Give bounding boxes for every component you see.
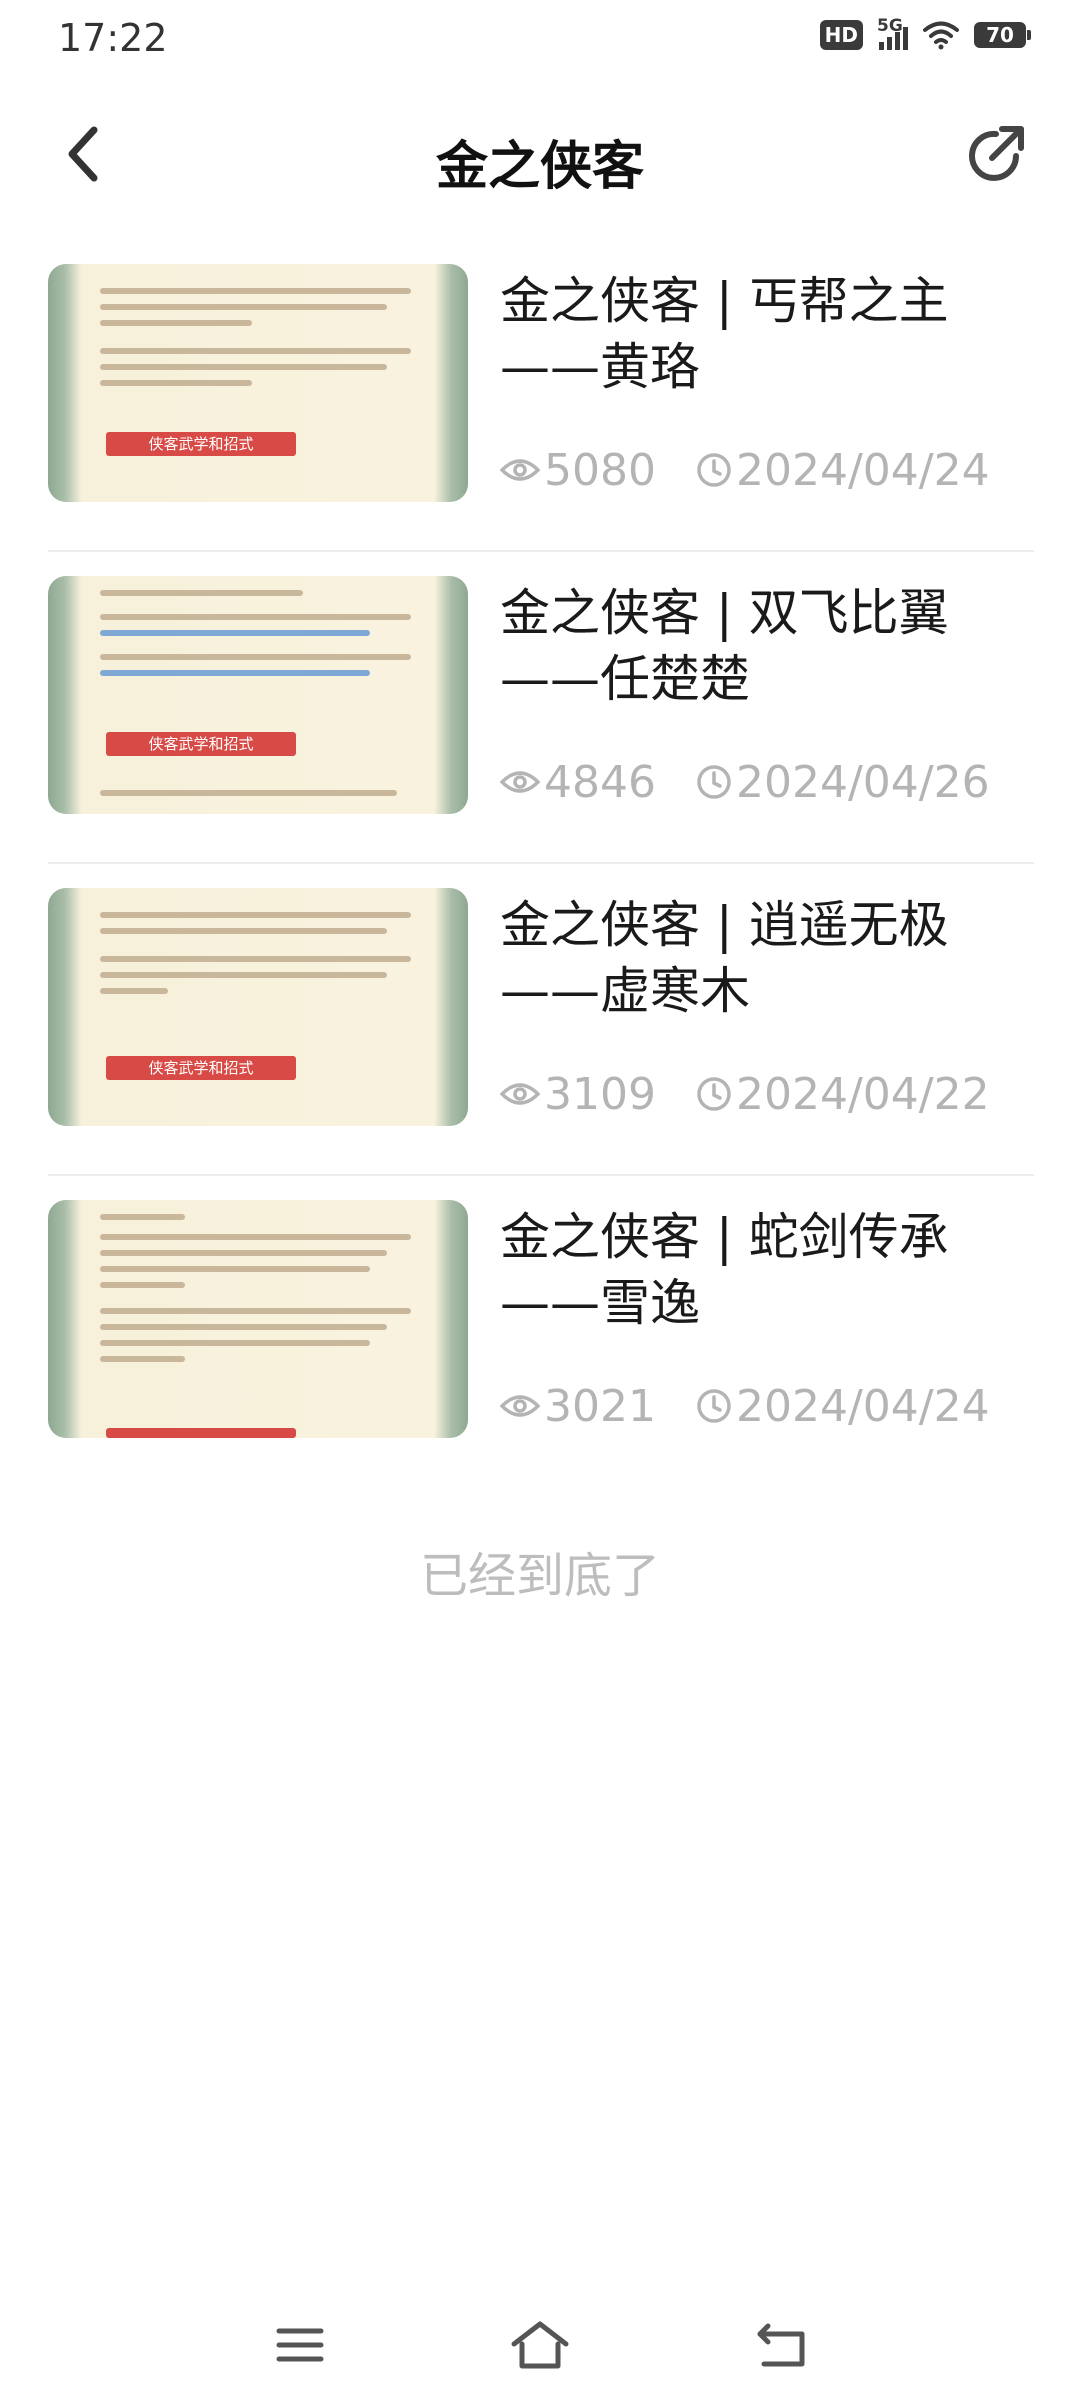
thumbnail-banner: 侠客武学和招式	[148, 735, 254, 753]
share-button[interactable]	[958, 118, 1032, 192]
return-icon	[757, 2323, 805, 2367]
article-meta: 5080 2024/04/24	[500, 440, 1034, 500]
list-item[interactable]: 侠客武学和招式 金之侠客 | 丐帮之主 ——黄珞 5080 2024/04/24	[48, 240, 1034, 552]
article-title: 金之侠客 | 丐帮之主 ——黄珞	[500, 272, 949, 396]
thumbnail-banner: 侠客武学和招式	[148, 1059, 254, 1077]
share-icon	[969, 126, 1024, 181]
view-count: 3109	[544, 1068, 656, 1120]
eye-icon	[500, 1083, 540, 1105]
thumbnail-banner: 侠客武学和招式	[148, 435, 254, 453]
publish-date: 2024/04/24	[735, 1380, 990, 1432]
battery-icon: 70	[974, 22, 1031, 48]
wifi-icon	[923, 21, 959, 50]
eye-icon	[500, 459, 540, 481]
eye-icon	[500, 771, 540, 793]
article-title: 金之侠客 | 逍遥无极 ——虚寒木	[500, 896, 949, 1020]
view-count: 5080	[544, 444, 656, 496]
clock-icon	[697, 1389, 731, 1423]
menu-button[interactable]	[260, 2310, 340, 2380]
clock-icon	[697, 1077, 731, 1111]
clock-icon	[697, 765, 731, 799]
menu-icon	[276, 2328, 324, 2362]
article-meta: 3021 2024/04/24	[500, 1376, 1034, 1436]
status-bar: 17:22 HD 5G 70	[0, 0, 1080, 84]
view-count: 4846	[544, 756, 656, 808]
return-button[interactable]	[742, 2310, 822, 2380]
network-type: 5G	[877, 16, 903, 36]
article-title: 金之侠客 | 蛇剑传承 ——雪逸	[500, 1208, 949, 1332]
app-header: 金之侠客	[0, 110, 1080, 200]
system-nav-bar	[0, 2290, 1080, 2400]
page-title: 金之侠客	[435, 137, 644, 197]
list-item[interactable]: 金之侠客 | 蛇剑传承 ——雪逸 3021 2024/04/24	[48, 1176, 1034, 1486]
list-item[interactable]: 侠客武学和招式 金之侠客 | 双飞比翼 ——任楚楚 4846 2024/04/2…	[48, 552, 1034, 864]
publish-date: 2024/04/22	[735, 1068, 990, 1120]
eye-icon	[500, 1395, 540, 1417]
status-time: 17:22	[58, 16, 168, 60]
article-thumbnail	[48, 1200, 468, 1438]
article-thumbnail: 侠客武学和招式	[48, 264, 468, 502]
article-meta: 4846 2024/04/26	[500, 752, 1034, 812]
hd-badge: HD	[819, 20, 863, 50]
cellular-signal-icon: 5G	[877, 16, 908, 50]
article-title: 金之侠客 | 双飞比翼 ——任楚楚	[500, 584, 949, 708]
article-meta: 3109 2024/04/22	[500, 1064, 1034, 1124]
home-button[interactable]	[500, 2310, 580, 2380]
list-item[interactable]: 侠客武学和招式 金之侠客 | 逍遥无极 ——虚寒木 3109 2024/04/2…	[48, 864, 1034, 1176]
list-end-text: 已经到底了	[419, 1548, 660, 1604]
article-thumbnail: 侠客武学和招式	[48, 888, 468, 1126]
article-thumbnail: 侠客武学和招式	[48, 576, 468, 814]
home-icon	[511, 2321, 569, 2369]
publish-date: 2024/04/26	[735, 756, 990, 808]
article-list: 侠客武学和招式 金之侠客 | 丐帮之主 ——黄珞 5080 2024/04/24…	[48, 240, 1034, 1486]
publish-date: 2024/04/24	[735, 444, 990, 496]
view-count: 3021	[544, 1380, 656, 1432]
status-icons: HD 5G 70	[819, 16, 1031, 50]
clock-icon	[697, 453, 731, 487]
